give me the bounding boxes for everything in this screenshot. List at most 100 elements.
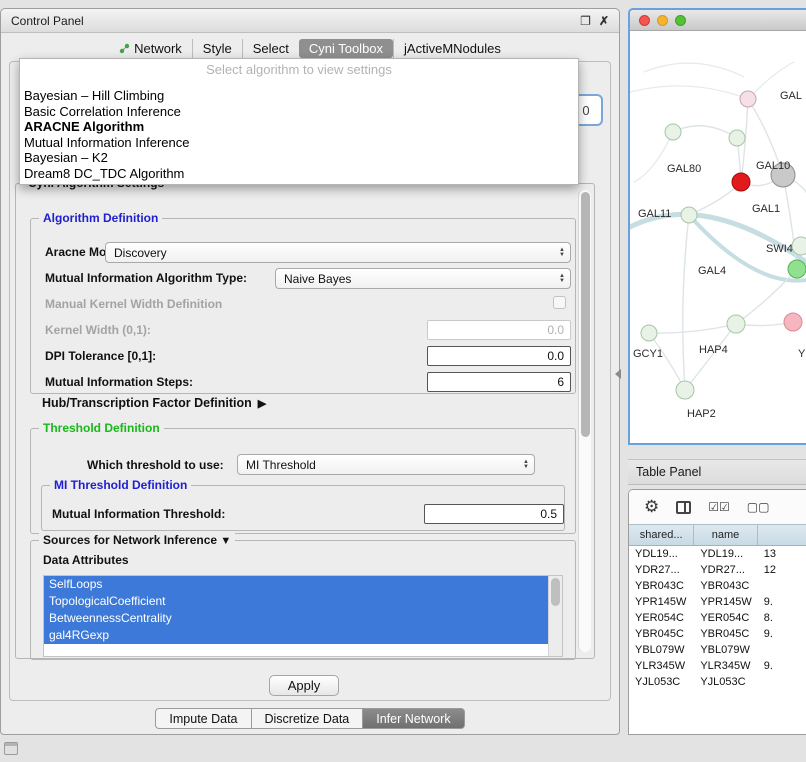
algorithm-option-aracne-algorithm[interactable]: ARACNE Algorithm [20, 119, 578, 135]
tab-label: jActiveMNodules [404, 41, 501, 56]
node-bright-green[interactable] [788, 260, 806, 278]
table-row[interactable]: YJL053CYJL053C [629, 674, 806, 690]
kernel-width-label: Kernel Width (0,1): [45, 323, 151, 337]
close-window-icon[interactable]: ✗ [599, 14, 609, 28]
node-green-swi4[interactable] [792, 237, 806, 255]
node-green-3[interactable] [681, 207, 697, 223]
algorithm-option-mutual-information-inference[interactable]: Mutual Information Inference [20, 135, 578, 151]
spinner-value: 0 [582, 103, 589, 118]
table-cell: YER054C [694, 610, 757, 626]
table-cell [758, 674, 806, 690]
node-green-mid[interactable] [727, 315, 745, 333]
which-threshold-select[interactable]: MI Threshold ▲▼ [237, 454, 535, 475]
control-panel-titlebar: Control Panel ❐ ✗ [1, 9, 619, 33]
attribute-item-betweennesscentrality[interactable]: BetweennessCentrality [44, 610, 548, 627]
popup-placeholder: Select algorithm to view settings [20, 61, 578, 78]
node-label-hap4: HAP4 [699, 344, 728, 356]
tab-style[interactable]: Style [192, 39, 242, 58]
select-all-icon[interactable]: ☑☑ [708, 500, 730, 514]
table-row[interactable]: YBR045CYBR045C9. [629, 626, 806, 642]
mi-steps-field[interactable]: 6 [427, 372, 571, 392]
float-window-icon[interactable]: ❐ [580, 14, 591, 28]
column-header-shared[interactable]: shared... [629, 525, 694, 545]
table-row[interactable]: YER054CYER054C8. [629, 610, 806, 626]
manual-kernel-checkbox[interactable] [553, 296, 566, 309]
algorithm-option-basic-correlation-inference[interactable]: Basic Correlation Inference [20, 104, 578, 120]
table-cell: 8. [758, 610, 806, 626]
bottom-tab-impute-data[interactable]: Impute Data [155, 708, 251, 729]
table-row[interactable]: YBR043CYBR043C [629, 578, 806, 594]
node-green-bottom[interactable] [676, 381, 694, 399]
table-cell: YBL079W [694, 642, 757, 658]
deselect-all-icon[interactable]: ▢▢ [747, 500, 770, 514]
data-attributes-list: SelfLoopsTopologicalCoefficientBetweenne… [43, 575, 563, 657]
zoom-traffic-light-icon[interactable] [675, 15, 686, 26]
table-toolbar: ⚙ ☑☑ ▢▢ [629, 490, 806, 524]
node-label-gal: GAL [780, 90, 802, 102]
stepper-arrows-icon: ▲▼ [559, 248, 565, 257]
node-green-2[interactable] [729, 130, 745, 146]
node-green-1[interactable] [665, 124, 681, 140]
hub-definition-toggle[interactable]: Hub/Transcription Factor Definition ▶ [42, 396, 266, 410]
restore-panel-icon[interactable] [4, 742, 18, 755]
table-cell: YBR045C [694, 626, 757, 642]
attribute-item-gal4rgexp[interactable]: gal4RGexp [44, 627, 548, 644]
mi-type-select[interactable]: Naive Bayes ▲▼ [275, 268, 571, 289]
columns-icon[interactable] [676, 501, 691, 514]
network-canvas[interactable]: GALGAL80GAL10GAL11GAL1SWI4GAL4GCY1HAP4YH… [630, 31, 806, 443]
algorithm-option-bayesian-k2[interactable]: Bayesian – K2 [20, 150, 578, 166]
sources-group-label: Sources for Network Inference [43, 533, 217, 547]
window-controls: ❐ ✗ [580, 14, 609, 28]
node-pink-right[interactable] [784, 313, 802, 331]
algorithm-option-bayesian-hill-climbing[interactable]: Bayesian – Hill Climbing [20, 88, 578, 104]
node-pink-top[interactable] [740, 91, 756, 107]
column-header-2[interactable] [758, 525, 806, 545]
threshold-definition-group: Threshold Definition Which threshold to … [30, 428, 576, 534]
settings-scrollbar[interactable] [578, 190, 591, 652]
dpi-tolerance-field[interactable]: 0.0 [427, 346, 571, 366]
attribute-item-topologicalcoefficient[interactable]: TopologicalCoefficient [44, 593, 548, 610]
node-red[interactable] [732, 173, 750, 191]
splitter-collapse-arrow[interactable] [615, 369, 621, 379]
attribute-item-selfloops[interactable]: SelfLoops [44, 576, 548, 593]
hub-definition-label: Hub/Transcription Factor Definition [42, 396, 252, 410]
table-row[interactable]: YLR345WYLR345W9. [629, 658, 806, 674]
node-label-gal80: GAL80 [667, 163, 701, 175]
kernel-width-field[interactable]: 0.0 [427, 320, 571, 340]
bottom-tab-infer-network[interactable]: Infer Network [362, 708, 464, 729]
tab-jactivemnodules[interactable]: jActiveMNodules [393, 39, 511, 58]
mi-threshold-field[interactable]: 0.5 [424, 504, 564, 524]
control-panel-tab-bar: NetworkStyle Select Cyni Toolbox jActiveMNo… [1, 39, 619, 58]
which-threshold-label: Which threshold to use: [87, 458, 224, 472]
table-cell: YDL19... [629, 546, 694, 562]
aracne-mode-select[interactable]: Discovery ▲▼ [105, 242, 571, 263]
table-row[interactable]: YBL079WYBL079W [629, 642, 806, 658]
table-cell: YLR345W [694, 658, 757, 674]
network-edge [630, 86, 748, 99]
table-cell: 13 [758, 546, 806, 562]
bottom-tab-discretize-data[interactable]: Discretize Data [251, 708, 364, 729]
node-green-left[interactable] [641, 325, 657, 341]
minimize-traffic-light-icon[interactable] [657, 15, 668, 26]
algorithm-definition-legend: Algorithm Definition [39, 211, 162, 225]
table-cell: YBL079W [629, 642, 694, 658]
table-cell: YDL19... [694, 546, 757, 562]
close-traffic-light-icon[interactable] [639, 15, 650, 26]
tab-label: Select [253, 41, 289, 56]
table-row[interactable]: YDR27...YDR27...12 [629, 562, 806, 578]
tab-cyni-toolbox[interactable]: Cyni Toolbox [299, 39, 393, 58]
attributes-scrollbar[interactable] [548, 576, 562, 656]
node-label-y: Y [798, 348, 806, 360]
scrollbar-thumb[interactable] [581, 192, 590, 437]
table-cell: 12 [758, 562, 806, 578]
sources-group-toggle[interactable]: Sources for Network Inference ▼ [39, 533, 235, 547]
apply-button[interactable]: Apply [269, 675, 339, 696]
tab-network[interactable]: Network [109, 39, 192, 58]
table-row[interactable]: YPR145WYPR145W9. [629, 594, 806, 610]
gear-icon[interactable]: ⚙ [644, 497, 659, 517]
mi-threshold-legend: MI Threshold Definition [50, 478, 191, 492]
tab-select[interactable]: Select [242, 39, 299, 58]
table-row[interactable]: YDL19...YDL19...13 [629, 546, 806, 562]
column-header-name[interactable]: name [694, 525, 757, 545]
algorithm-option-dream8-dc-tdc-algorithm[interactable]: Dream8 DC_TDC Algorithm [20, 166, 578, 182]
